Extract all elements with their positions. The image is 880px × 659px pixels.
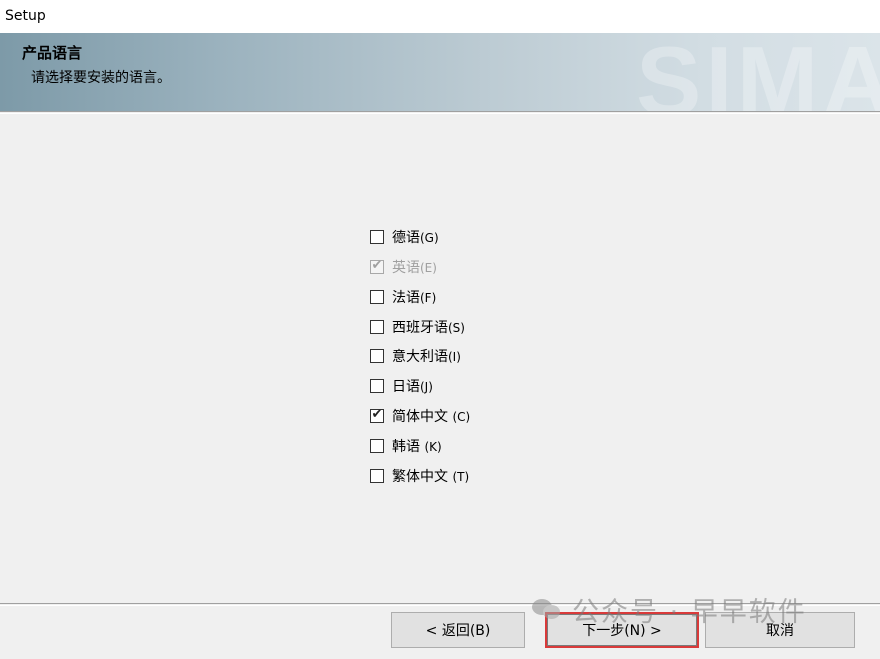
language-label: 日语(J) <box>392 379 433 395</box>
language-label: 简体中文 (C) <box>392 409 471 425</box>
back-button[interactable]: < 返回(B) <box>391 612 525 648</box>
language-option-traditional-chinese[interactable]: 繁体中文 (T) <box>370 465 469 487</box>
language-option-simplified-chinese[interactable]: ✔ 简体中文 (C) <box>370 405 470 427</box>
checkbox-german[interactable] <box>370 230 384 244</box>
language-option-japanese[interactable]: 日语(J) <box>370 375 433 397</box>
language-label: 西班牙语(S) <box>392 320 465 336</box>
checkbox-traditional-chinese[interactable] <box>370 469 384 483</box>
language-label: 韩语 (K) <box>392 439 442 455</box>
language-option-italian[interactable]: 意大利语(I) <box>370 345 461 367</box>
language-label: 意大利语(I) <box>392 349 461 365</box>
language-label: 英语(E) <box>392 260 437 276</box>
checkbox-english: ✔ <box>370 258 384 274</box>
checkbox-italian[interactable] <box>370 349 384 363</box>
language-label: 繁体中文 (T) <box>392 469 470 485</box>
checkbox-japanese[interactable] <box>370 379 384 393</box>
next-button[interactable]: 下一步(N) > <box>545 612 699 648</box>
language-option-french[interactable]: 法语(F) <box>370 286 436 308</box>
footer-divider <box>0 603 880 606</box>
page-subtitle: 请选择要安装的语言。 <box>31 70 171 86</box>
check-mark-icon: ✔ <box>371 258 383 273</box>
language-label: 德语(G) <box>392 230 439 246</box>
checkbox-simplified-chinese[interactable]: ✔ <box>370 407 384 423</box>
checkbox-spanish[interactable] <box>370 320 384 334</box>
checkbox-french[interactable] <box>370 290 384 304</box>
page-title: 产品语言 <box>22 44 83 62</box>
cancel-button[interactable]: 取消 <box>705 612 855 648</box>
window-title: Setup <box>5 8 46 24</box>
language-option-korean[interactable]: 韩语 (K) <box>370 435 442 457</box>
language-option-english: ✔ 英语(E) <box>370 256 437 278</box>
language-label: 法语(F) <box>392 290 437 306</box>
header-divider <box>0 111 880 114</box>
language-option-german[interactable]: 德语(G) <box>370 226 439 248</box>
language-option-spanish[interactable]: 西班牙语(S) <box>370 316 465 338</box>
check-mark-icon: ✔ <box>371 407 383 422</box>
header-banner: SIMA 产品语言 请选择要安装的语言。 <box>0 33 880 111</box>
title-bar: Setup <box>0 0 880 33</box>
checkbox-korean[interactable] <box>370 439 384 453</box>
banner-watermark: SIMA <box>636 33 880 111</box>
